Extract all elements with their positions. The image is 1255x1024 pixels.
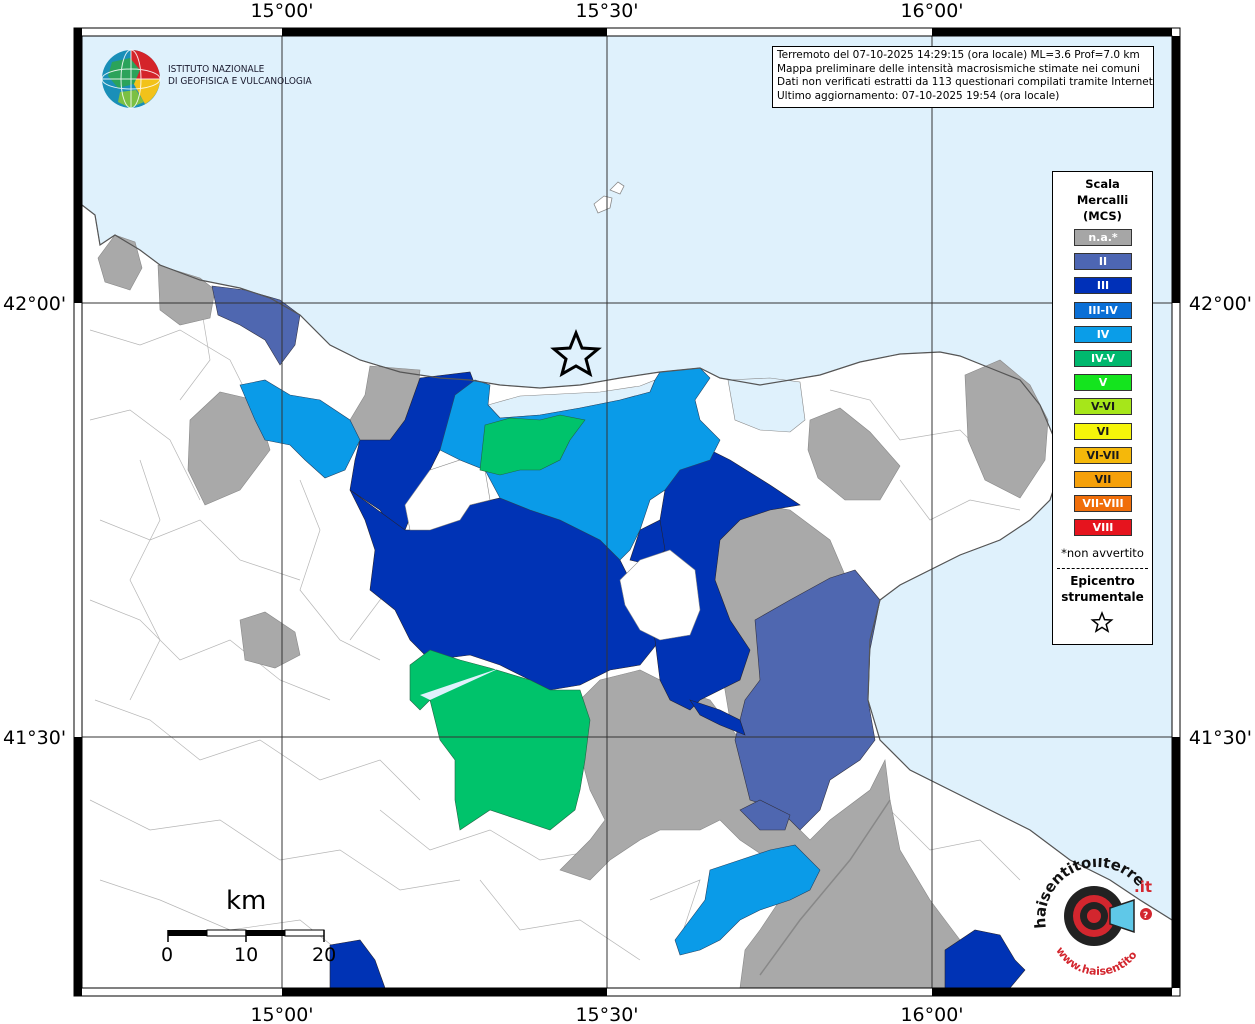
hai-logo-it: .it: [1134, 878, 1152, 896]
legend-swatch: V: [1074, 374, 1132, 392]
epicenter-legend-line: strumentale: [1061, 590, 1144, 604]
epicenter-legend-title: Epicentro strumentale: [1053, 573, 1152, 605]
bottom-lon-label: 16°00': [900, 1004, 963, 1024]
mcs-legend: Scala Mercalli (MCS) n.a.* II III III-IV IV I…: [1052, 171, 1153, 645]
scale-tick-label: 0: [161, 944, 174, 966]
legend-separator: [1057, 568, 1148, 569]
institute-line2: DI GEOFISICA E VULCANOLOGIA: [168, 76, 312, 87]
top-lon-label: 15°30': [575, 0, 638, 22]
legend-title-line: Scala: [1085, 177, 1120, 191]
hai-sentito-logo: haisentitoilterremoto .it www.haisentito…: [1034, 858, 1152, 978]
right-lat-label: 42°00': [1189, 293, 1252, 315]
right-lat-label: 41°30': [1189, 727, 1252, 749]
left-lat-label: 41°30': [3, 727, 66, 749]
legend-swatch: III-IV: [1074, 301, 1132, 319]
event-info-line: Ultimo aggiornamento: 07-10-2025 19:54 (…: [777, 89, 1060, 102]
bottom-lon-label: 15°30': [575, 1004, 638, 1024]
na-note: *non avvertito: [1061, 546, 1144, 560]
event-info-line: Terremoto del 07-10-2025 14:29:15 (ora l…: [777, 49, 1140, 61]
epicenter-legend-star-icon: [1090, 610, 1114, 633]
top-lon-label: 16°00': [900, 0, 963, 22]
hai-logo-url: www.haisentito: [1053, 944, 1140, 978]
institute-name: ISTITUTO NAZIONALE DI GEOFISICA E VULCAN…: [168, 64, 312, 88]
legend-title-line: Mercalli: [1076, 193, 1129, 207]
legend-swatch: III: [1074, 277, 1132, 295]
legend-swatch: II: [1074, 253, 1132, 271]
epicenter-legend-line: Epicentro: [1070, 574, 1135, 588]
legend-swatch: VII: [1074, 471, 1132, 488]
ingv-logo: ISTITUTO NAZIONALE DI GEOFISICA E VULCAN…: [100, 48, 320, 110]
legend-swatch: VIII: [1074, 519, 1132, 537]
legend-swatch: VI: [1074, 422, 1132, 440]
left-lat-label: 42°00': [3, 293, 66, 315]
globe-icon: [101, 49, 161, 109]
event-info-box: Terremoto del 07-10-2025 14:29:15 (ora l…: [772, 46, 1154, 108]
legend-swatch: n.a.*: [1074, 229, 1132, 246]
top-lon-label: 15°00': [250, 0, 313, 22]
svg-text:?: ?: [1143, 911, 1148, 921]
legend-title: Scala Mercalli (MCS): [1053, 176, 1152, 224]
scale-tick-label: 10: [234, 944, 259, 966]
event-info-line: Dati non verificati estratti da 113 ques…: [777, 76, 1154, 88]
bottom-lon-label: 15°00': [250, 1004, 313, 1024]
scale-unit: km: [226, 886, 267, 916]
scale-tick-label: 20: [312, 944, 337, 966]
legend-swatch: VII-VIII: [1074, 495, 1132, 513]
legend-title-line: (MCS): [1083, 209, 1122, 223]
event-info-line: Mappa preliminare delle intensità macros…: [777, 62, 1140, 75]
legend-swatch: IV-V: [1074, 350, 1132, 367]
institute-line1: ISTITUTO NAZIONALE: [168, 64, 265, 75]
legend-swatch: V-VI: [1074, 398, 1132, 416]
legend-swatch: IV: [1074, 325, 1132, 343]
legend-swatch: VI-VII: [1074, 446, 1132, 464]
